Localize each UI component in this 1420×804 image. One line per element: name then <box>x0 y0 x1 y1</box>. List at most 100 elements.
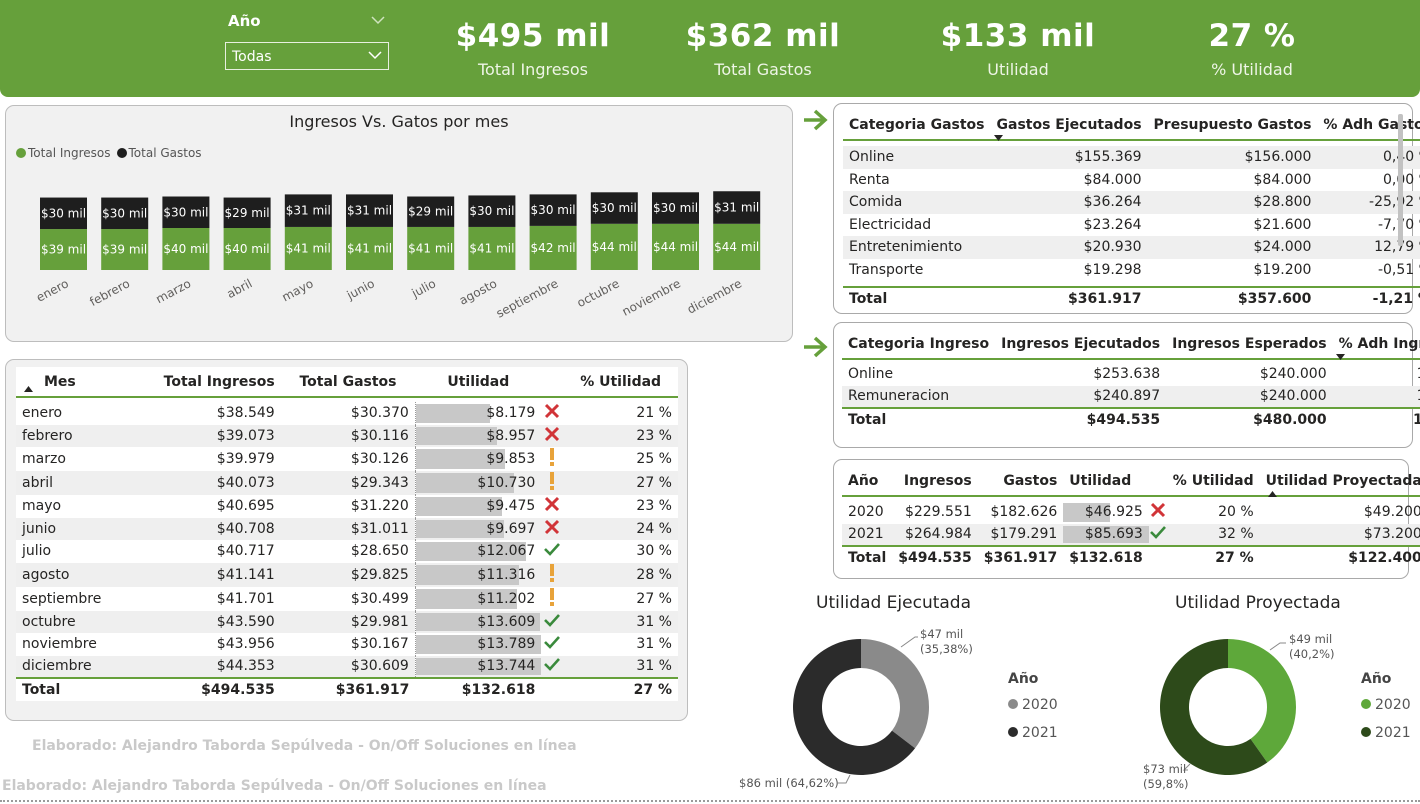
bar-group[interactable]: $40 mil $29 mil <box>223 197 271 270</box>
table-row[interactable]: septiembre $41.701 $30.499 $11.202 27 % <box>16 586 678 611</box>
utilidad-cell: $12.067 <box>414 540 542 563</box>
donut-proj-label-2020: $49 mil (40,2%) <box>1289 632 1335 662</box>
legend-dot-icon <box>1361 727 1371 737</box>
table-cell: julio <box>22 543 52 560</box>
col-header[interactable]: Total Ingresos <box>128 367 281 398</box>
table-row[interactable]: Remuneracion$240.897$240.000100 % <box>842 385 1420 408</box>
bar-group[interactable]: $39 mil $30 mil <box>40 197 87 270</box>
table-row[interactable]: Electricidad $23.264 $21.600 -7,70 % <box>843 214 1420 237</box>
table-row[interactable]: Transporte $19.298 $19.200 -0,51 % <box>843 259 1420 282</box>
bar-data-label: $30 mil <box>163 205 208 219</box>
status-icon-cell <box>1149 501 1167 524</box>
table-cell: $21.600 <box>1253 216 1312 233</box>
table-cell: agosto <box>16 562 129 587</box>
table-row[interactable]: Entretenimiento$20.930$24.00012,79 % <box>843 236 1420 259</box>
bar-group[interactable]: $41 mil $30 mil <box>468 195 516 270</box>
kpi-value: $133 mil <box>940 18 1096 54</box>
header-banner: Año Todas $495 mil Total Ingresos $362 m… <box>0 0 1420 97</box>
status-icon-cell <box>541 447 563 471</box>
year-slicer-dropdown[interactable]: Todas <box>225 42 389 70</box>
table-row[interactable]: enero $38.549 $30.370 $8.179 21 % <box>16 402 678 425</box>
col-header[interactable]: Ingresos <box>892 466 978 497</box>
bar-group[interactable]: $39 mil $30 mil <box>101 197 149 270</box>
chevron-down-icon[interactable] <box>370 14 386 26</box>
slice-value-label: $86 mil (64,62%) <box>739 776 839 790</box>
table-cell: Remuneracion <box>842 385 996 408</box>
exclamation-icon <box>550 472 555 490</box>
donut-slice-2020[interactable] <box>861 639 929 749</box>
table-row[interactable]: Online$155.369$156.0000,40 % <box>843 146 1420 169</box>
table-row[interactable]: mayo $40.695 $31.220 $9.475 23 % <box>16 495 678 518</box>
table-cell: $31.011 <box>280 517 416 540</box>
col-header[interactable]: Mes <box>16 367 129 398</box>
table-row[interactable]: Renta $84.000 $84.000 0,00 % <box>843 169 1420 192</box>
col-header[interactable]: Categoria Gastos <box>843 110 991 141</box>
col-header[interactable]: Ingresos Esperados <box>1166 329 1333 360</box>
table-row[interactable]: Online $253.638 $240.000 106 % <box>842 363 1420 386</box>
col-header[interactable]: Total Gastos <box>280 367 416 398</box>
legend-item-2020[interactable]: 2020 <box>1361 697 1411 713</box>
bar-group[interactable]: $44 mil $31 mil <box>713 191 761 270</box>
table-row[interactable]: marzo $39.979 $30.126 $9.853 25 % <box>16 447 678 471</box>
total-cell: 27 % <box>563 677 678 701</box>
donut-exec-legend: Año 2020 2021 <box>1008 671 1058 753</box>
col-header[interactable]: Año <box>842 466 893 497</box>
legend-item-2021[interactable]: 2021 <box>1008 725 1058 741</box>
vertical-scrollbar[interactable] <box>1398 114 1403 246</box>
table-row[interactable]: octubre $43.590 $29.981 $13.609 31 % <box>16 610 678 633</box>
col-header[interactable]: % Utilidad <box>563 367 678 398</box>
table-cell: marzo <box>22 451 66 467</box>
total-cell: -1,21 % <box>1317 286 1420 310</box>
bar-group[interactable]: $41 mil $31 mil <box>346 194 393 270</box>
cross-icon <box>545 426 560 441</box>
table-cell: abril <box>16 471 129 495</box>
bar-group[interactable]: $40 mil $30 mil <box>162 196 210 271</box>
col-header[interactable]: % Utilidad <box>1166 466 1260 497</box>
table-row[interactable]: Comida$36.264$28.800-25,92 % <box>843 191 1420 214</box>
donut-proj-chart <box>1160 639 1296 775</box>
col-header[interactable]: Presupuesto Gastos <box>1147 110 1318 141</box>
legend-item-2021[interactable]: 2021 <box>1361 725 1411 741</box>
table-row[interactable]: 2021 $264.984 $179.291 $85.693 32 % $73.200 <box>842 523 1420 546</box>
col-header[interactable]: % Adh Ingresos <box>1332 329 1420 360</box>
table-row[interactable]: julio $40.717 $28.650 $12.067 30 % <box>16 540 678 563</box>
year-slicer-value: Todas <box>232 49 272 65</box>
table-row[interactable]: junio $40.708 $31.011 $9.697 24 % <box>16 517 678 540</box>
bar-data-label: $29 mil <box>408 205 453 219</box>
bar-group[interactable]: $44 mil $30 mil <box>652 192 699 270</box>
table-row[interactable]: agosto $41.141 $29.825 $11.316 28 % <box>16 562 678 587</box>
total-cell: $361.917 <box>977 545 1064 569</box>
col-header[interactable]: Utilidad <box>415 367 542 398</box>
col-header[interactable]: Utilidad <box>1063 466 1149 497</box>
slice-pct-label: (40,2%) <box>1289 647 1335 661</box>
bar-group[interactable]: $44 mil $30 mil <box>590 192 638 270</box>
col-header[interactable]: Gastos <box>977 466 1064 497</box>
sort-desc-icon <box>993 135 1003 141</box>
table-cell: $84.000 <box>1083 171 1142 188</box>
utilidad-cell: $9.697 <box>414 517 542 540</box>
bar-group[interactable]: $41 mil $31 mil <box>284 194 332 270</box>
bar-group[interactable]: $41 mil $29 mil <box>407 196 455 271</box>
donut-slice-2020[interactable] <box>1228 639 1296 763</box>
table-row[interactable]: febrero $39.073 $30.116 $8.957 23 % <box>16 424 678 447</box>
legend-item-2020[interactable]: 2020 <box>1008 697 1058 713</box>
table-cell: $264.984 <box>892 523 978 546</box>
x-tick-label: diciembre <box>685 276 744 316</box>
col-header[interactable]: Categoria Ingreso <box>842 329 996 360</box>
donut-exec-label-2020: $47 mil (35,38%) <box>920 627 973 657</box>
table-row[interactable]: diciembre $44.353 $30.609 $13.744 31 % <box>16 655 678 678</box>
table-cell: 27 % <box>636 590 672 607</box>
table-row[interactable]: abril $40.073 $29.343 $10.730 27 % <box>16 471 678 495</box>
utilidad-cell: $8.179 <box>414 402 542 425</box>
donut-exec-chart <box>793 639 929 775</box>
table-cell: -0,51 % <box>1377 261 1420 278</box>
col-header[interactable]: Utilidad Proyectada <box>1259 466 1420 497</box>
col-header[interactable]: % Adh Gastos <box>1317 110 1420 141</box>
bar-group[interactable]: $42 mil $30 mil <box>529 194 577 270</box>
arrow-right-icon <box>802 109 828 131</box>
col-header[interactable]: Ingresos Ejecutados <box>995 329 1167 360</box>
utilidad-value: $46.925 <box>1084 504 1143 521</box>
table-row[interactable]: noviembre $43.956 $30.167 $13.789 31 % <box>16 633 678 656</box>
col-header[interactable]: Gastos Ejecutados <box>990 110 1148 141</box>
table-row[interactable]: 2020 $229.551 $182.626 $46.925 20 % $49.200 <box>842 501 1420 524</box>
